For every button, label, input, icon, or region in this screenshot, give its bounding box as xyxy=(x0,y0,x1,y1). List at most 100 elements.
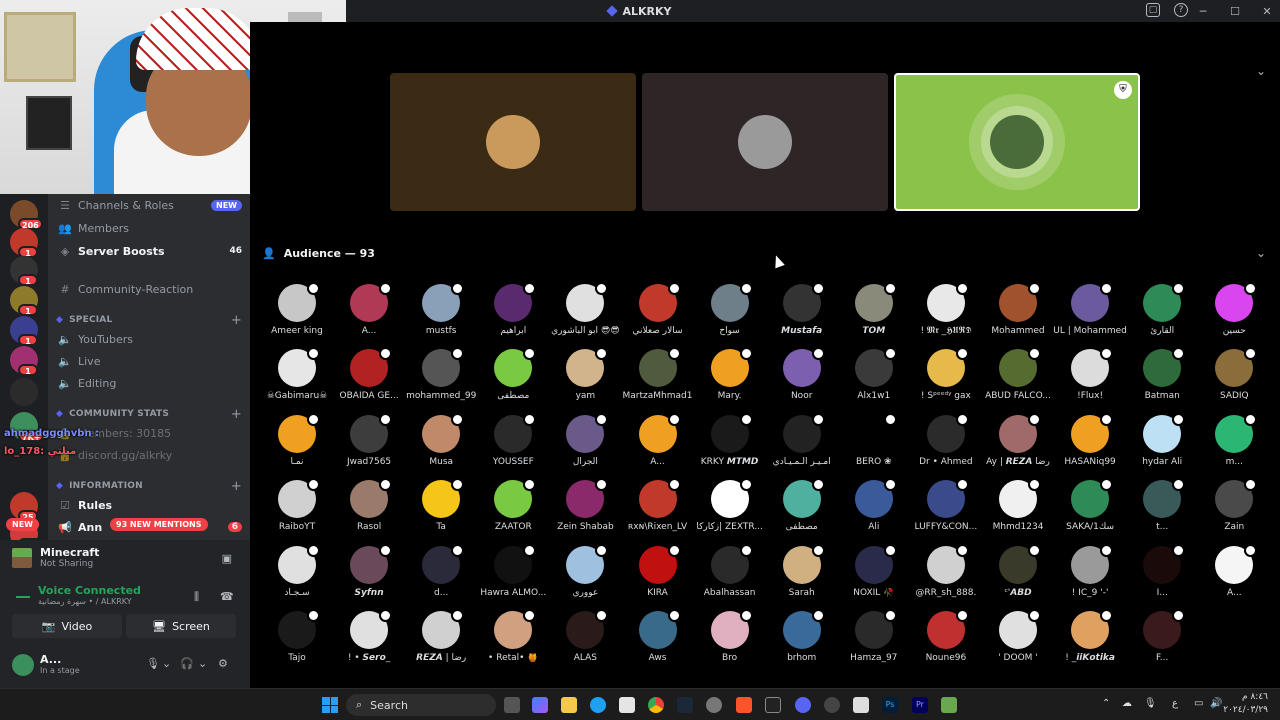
clock[interactable]: ٨:٤٦ م ٢٠٢٤/٠٣/٢٩ xyxy=(1223,691,1268,717)
chevron-up-icon[interactable]: ⌃ xyxy=(1102,698,1110,709)
speaker-tile-active[interactable]: ⛨ xyxy=(894,73,1140,211)
audience-member[interactable]: Aws xyxy=(622,609,694,674)
audience-member[interactable]: RaiboYT xyxy=(261,478,333,543)
audience-member[interactable]: mustfs xyxy=(405,282,477,347)
channel-community-reaction[interactable]: # Community-Reaction xyxy=(56,278,242,300)
category-information[interactable]: ◆ INFORMATION + xyxy=(56,478,242,494)
brave-icon[interactable] xyxy=(736,697,752,713)
audience-member[interactable]: Zein Shabab xyxy=(549,478,621,543)
task-view-icon[interactable] xyxy=(504,697,520,713)
audience-member[interactable]: Batman xyxy=(1126,347,1198,412)
screen-button[interactable]: 🖥 Screen xyxy=(126,614,236,638)
audience-member[interactable]: مصطفى xyxy=(766,478,838,543)
audience-member[interactable]: ابو الباشوري 😎😎 xyxy=(549,282,621,347)
audience-member[interactable]: Hamza_97 xyxy=(838,609,910,674)
add-channel-button[interactable]: + xyxy=(231,407,242,422)
premiere-icon[interactable]: Pr xyxy=(912,697,928,713)
headphones-icon[interactable]: 🎧 xyxy=(180,657,194,670)
audience-member[interactable]: Hawra ALMO... xyxy=(477,543,549,609)
audience-member[interactable]: Noor xyxy=(766,347,838,412)
audience-member[interactable]: ʀxɴ\Rixen_LV xyxy=(622,478,694,543)
chevron-down-icon[interactable]: ⌄ xyxy=(162,657,171,670)
audience-member[interactable]: Mohammed xyxy=(982,282,1054,347)
audience-member[interactable]: Ameer king xyxy=(261,282,333,347)
audience-member[interactable]: Sarah xyxy=(766,543,838,609)
microphone-icon[interactable]: 🎙 xyxy=(146,657,160,670)
audience-member[interactable]: Tajo xyxy=(261,609,333,674)
speaker-tile[interactable] xyxy=(642,73,888,211)
app-icon[interactable] xyxy=(853,697,869,713)
audience-member[interactable]: A... xyxy=(622,412,694,478)
edge-icon[interactable] xyxy=(590,697,606,713)
audience-member[interactable]: حسين xyxy=(1198,282,1270,347)
audience-member[interactable]: Ali xyxy=(838,478,910,543)
audience-member[interactable]: ALAS xyxy=(549,609,621,674)
audience-member[interactable]: yam xyxy=(549,347,621,412)
chrome-icon[interactable] xyxy=(648,697,664,713)
chevron-down-icon[interactable]: ⌄ xyxy=(1256,64,1266,78)
audience-member[interactable]: ☠Gabimaru☠ xyxy=(261,347,333,412)
audience-member[interactable]: Mhmd1234 xyxy=(982,478,1054,543)
avatar[interactable] xyxy=(12,654,34,676)
add-channel-button[interactable]: + xyxy=(231,479,242,494)
audience-member[interactable]: @RR_sh_888. xyxy=(910,543,982,609)
help-icon[interactable]: ? xyxy=(1174,3,1188,17)
disconnect-icon[interactable]: ☎ xyxy=(220,590,234,603)
windows-start-icon[interactable] xyxy=(322,697,338,713)
audience-member[interactable]: UL | Mohammed xyxy=(1053,282,1127,347)
inbox-icon[interactable]: ▢ xyxy=(1146,3,1160,17)
audience-member[interactable]: Ta xyxy=(405,478,477,543)
audience-member[interactable]: سـجـاد xyxy=(261,543,333,609)
audience-member[interactable]: Noune96 xyxy=(910,609,982,674)
language-indicator[interactable]: ع xyxy=(1172,698,1178,709)
audience-member[interactable]: A... xyxy=(1198,543,1270,609)
maximize-button[interactable]: ☐ xyxy=(1228,5,1242,18)
audience-member[interactable]: ابراهيم xyxy=(477,282,549,347)
audience-member[interactable]: ! IC_9 '-' xyxy=(1054,543,1126,609)
chevron-down-icon[interactable]: ⌄ xyxy=(198,657,207,670)
audience-member[interactable]: t... xyxy=(1126,478,1198,543)
audience-member[interactable]: Bro xyxy=(694,609,766,674)
audience-member[interactable]: سواح xyxy=(694,282,766,347)
audience-member[interactable]: Jwad7565 xyxy=(333,412,405,478)
audience-member[interactable]: سالار صعلاني xyxy=(622,282,694,347)
channel-live[interactable]: 🔈 Live xyxy=(56,350,242,372)
network-icon[interactable]: ▭ xyxy=(1194,698,1203,709)
channel-members[interactable]: 👥 Members xyxy=(56,217,242,239)
audience-member[interactable]: ! _𝙞𝙞𝙆𝙤𝙩𝙞𝙠𝙖 xyxy=(1054,609,1126,674)
audience-member[interactable]: Ay | 𝙍𝙀𝙕𝘼 رضا xyxy=(982,412,1054,478)
capcut-icon[interactable] xyxy=(765,697,781,713)
audience-member[interactable]: نمـا xyxy=(261,412,333,478)
audience-member[interactable]: ! 𝕸𝖗 _𝕳𝖀𝕽𝕯 xyxy=(910,282,982,347)
app-icon[interactable] xyxy=(824,697,840,713)
noise-suppression-icon[interactable]: ⫼ xyxy=(194,590,199,604)
voice-connection[interactable]: Voice Connected سهرة رمضانية • / ALKRKY xyxy=(16,584,141,606)
channel-server-boosts[interactable]: ◈ Server Boosts 46 xyxy=(56,240,242,262)
audience-member[interactable]: • Retal• 🍯 xyxy=(477,609,549,674)
taskbar-search[interactable]: ⌕ Search xyxy=(346,694,496,716)
audience-member[interactable]: NOXIL 🥀 xyxy=(838,543,910,609)
category-special[interactable]: ◆ SPECIAL + xyxy=(56,312,242,328)
audience-member[interactable]: Zain xyxy=(1198,478,1270,543)
new-mentions-pill[interactable]: 93 NEW MENTIONS xyxy=(110,518,208,531)
audience-member[interactable]: F... xyxy=(1126,609,1198,674)
volume-icon[interactable]: 🔊 xyxy=(1210,698,1222,709)
audience-member[interactable]: 𝙏𝙊𝙈 xyxy=(838,282,910,347)
add-channel-button[interactable]: + xyxy=(231,313,242,328)
speaker-tile[interactable] xyxy=(390,73,636,211)
category-community-stats[interactable]: ◆ COMMUNITY STATS + xyxy=(56,406,242,422)
channel-discord-link[interactable]: 🔒 discord.gg/alkrky xyxy=(56,444,242,466)
audience-member[interactable]: MartzaMhmad1 xyxy=(622,347,694,412)
channel-channels-roles[interactable]: ☰ Channels & Roles NEW xyxy=(56,194,242,216)
discord-icon[interactable] xyxy=(795,697,811,713)
audience-member[interactable]: I... xyxy=(1126,543,1198,609)
audience-member[interactable]: m... xyxy=(1198,412,1270,478)
audience-member[interactable]: 𝙍𝙀𝙕𝘼 | رضا xyxy=(405,609,477,674)
audience-member[interactable]: OBAIDA GE... xyxy=(333,347,405,412)
audience-member[interactable]: hydar Ali xyxy=(1126,412,1198,478)
audience-member[interactable]: ᶜ'𝘼𝘽𝘿 xyxy=(982,543,1054,609)
audience-member[interactable]: KRKY 𝙈𝙏𝙈𝘿 xyxy=(694,412,766,478)
gear-icon[interactable]: ⚙ xyxy=(218,657,228,670)
audience-member[interactable]: Dr • Ahmed xyxy=(910,412,982,478)
audience-member[interactable]: d... xyxy=(405,543,477,609)
